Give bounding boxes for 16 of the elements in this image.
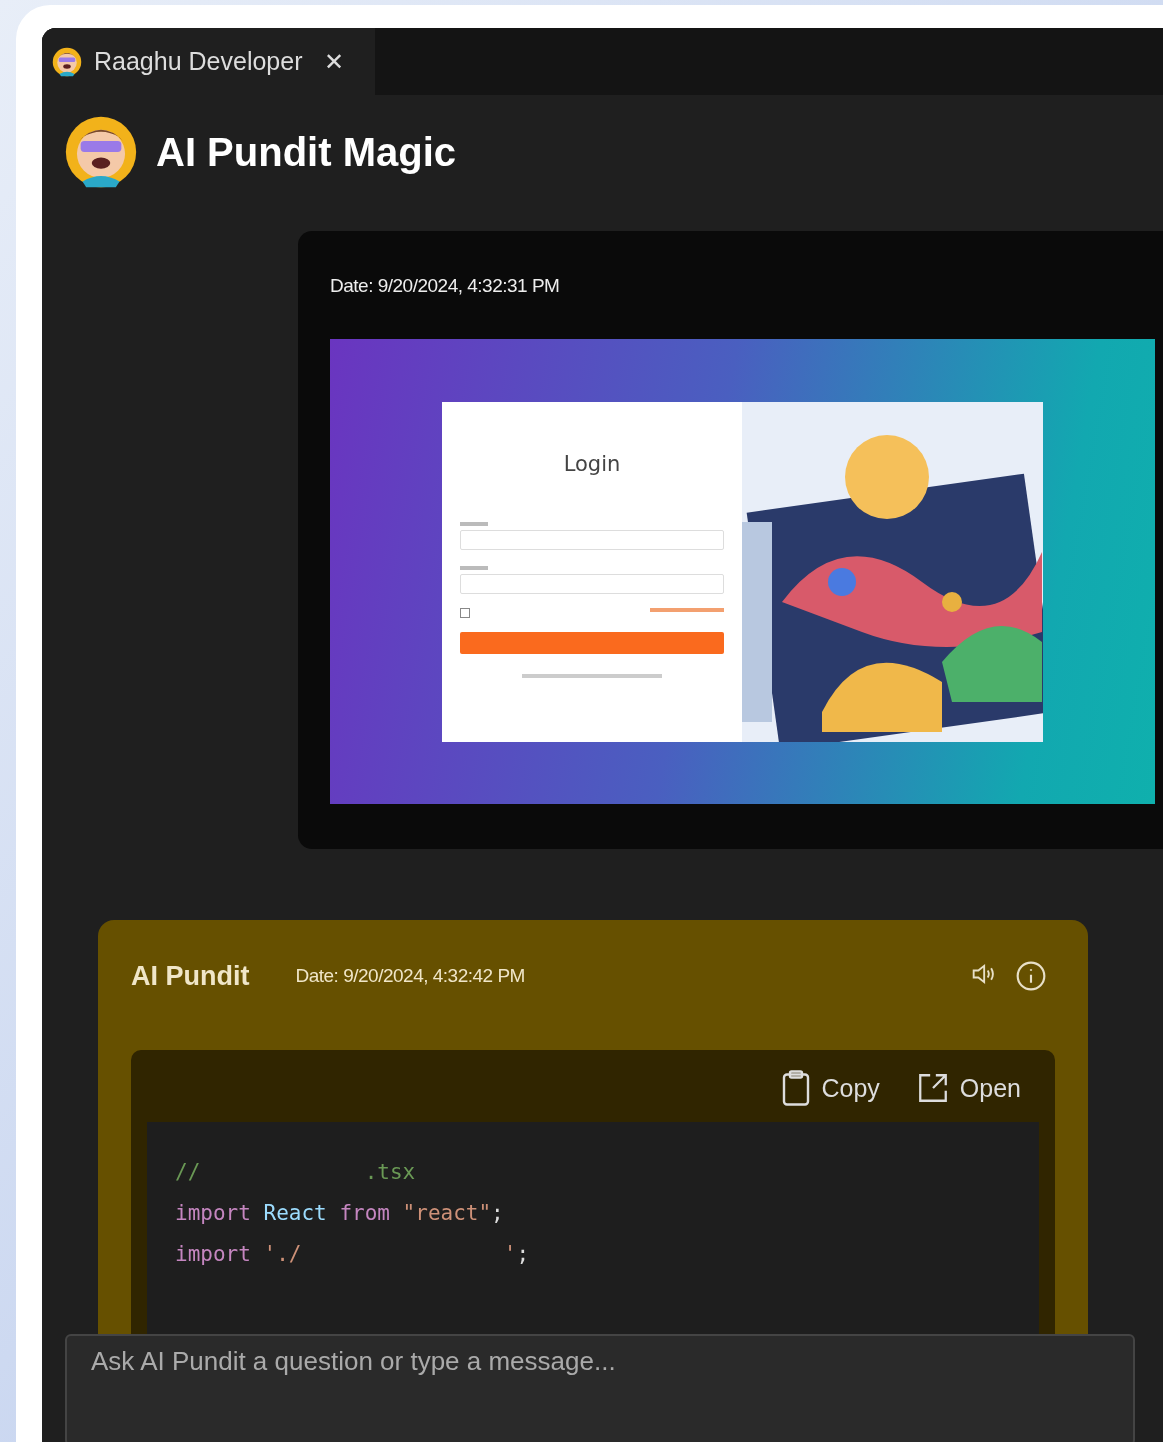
sender-name: AI Pundit <box>131 960 250 992</box>
message-input[interactable]: Ask AI Pundit a question or type a message... <box>65 1334 1135 1442</box>
tab[interactable]: Raaghu Developer ✕ <box>42 28 375 95</box>
close-button[interactable]: ✕ <box>320 47 349 76</box>
message-date: Date: 9/20/2024, 4:32:42 PM <box>295 965 525 987</box>
cartoon-avatar-icon <box>52 46 82 77</box>
clipboard-icon <box>781 1070 812 1106</box>
open-button[interactable]: Open <box>915 1070 1021 1106</box>
message-date: Date: 9/20/2024, 4:32:31 PM <box>330 275 561 297</box>
info-icon[interactable] <box>1015 960 1047 992</box>
copy-button[interactable]: Copy <box>781 1070 880 1106</box>
checkbox-drawing <box>460 607 470 618</box>
cartoon-avatar-icon <box>64 115 138 189</box>
tab-title: Raaghu Developer <box>94 47 303 76</box>
login-title: Login <box>562 451 622 476</box>
app-title: AI Pundit Magic <box>156 129 456 175</box>
